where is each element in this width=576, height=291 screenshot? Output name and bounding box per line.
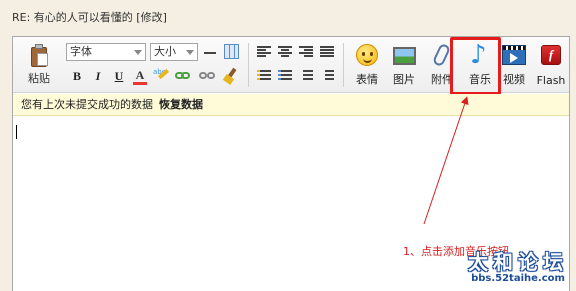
editor-toolbar: 粘贴 字体 大小 B I U A abc 表情 图片 附件 ♪ 音乐 视频 f … [13, 37, 570, 95]
paste-button[interactable]: 粘贴 [21, 42, 57, 90]
thread-title: RE: 有心的人可以看懂的 [修改] [12, 11, 167, 24]
align-justify-button[interactable] [320, 46, 334, 58]
ordered-list-button[interactable] [299, 70, 313, 82]
underline-button[interactable]: U [112, 69, 126, 83]
forum-watermark: 太和论坛 bbs.52taihe.com [468, 251, 568, 285]
smiley-icon [356, 44, 378, 66]
horizontal-rule-button[interactable] [204, 45, 216, 59]
emoticon-label: 表情 [356, 73, 378, 86]
bold-button[interactable]: B [70, 69, 84, 83]
remove-link-button[interactable] [199, 70, 215, 82]
watermark-url: bbs.52taihe.com [471, 273, 565, 284]
chevron-down-icon [186, 50, 194, 55]
music-button-highlight [450, 37, 501, 95]
unordered-list-button[interactable] [320, 70, 334, 82]
notice-text: 您有上次未提交成功的数据 [21, 98, 153, 111]
float-left-button[interactable] [257, 70, 271, 82]
paste-label: 粘贴 [28, 72, 50, 85]
toolbar-divider [343, 43, 344, 87]
align-center-button[interactable] [278, 46, 292, 58]
film-icon [502, 45, 526, 65]
text-caret [16, 125, 17, 139]
highlight-button[interactable]: abc [153, 68, 169, 84]
toolbar-divider [248, 43, 249, 87]
flash-label: Flash [536, 74, 566, 87]
align-right-button[interactable] [299, 46, 313, 58]
text-color-button[interactable]: A [133, 69, 147, 85]
font-family-value: 字体 [70, 45, 92, 58]
restore-notice: 您有上次未提交成功的数据 恢复数据 [13, 94, 569, 116]
chevron-down-icon [134, 50, 142, 55]
clear-format-button[interactable] [222, 67, 239, 85]
font-family-select[interactable]: 字体 [66, 43, 146, 61]
image-button[interactable]: 图片 [385, 41, 423, 89]
insert-link-button[interactable] [175, 70, 191, 82]
align-left-button[interactable] [257, 46, 271, 58]
paperclip-icon [431, 42, 452, 68]
font-size-select[interactable]: 大小 [150, 43, 198, 61]
italic-button[interactable]: I [91, 69, 105, 83]
image-label: 图片 [393, 73, 415, 86]
float-right-button[interactable] [278, 70, 292, 82]
font-size-value: 大小 [154, 45, 176, 58]
clipboard-icon [29, 44, 49, 68]
picture-icon [393, 47, 416, 65]
flash-icon: f [541, 45, 561, 65]
emoticon-button[interactable]: 表情 [348, 41, 386, 89]
restore-data-link[interactable]: 恢复数据 [159, 98, 203, 111]
flash-button[interactable]: f Flash [532, 41, 570, 89]
insert-table-button[interactable] [224, 44, 239, 59]
watermark-title: 太和论坛 [468, 250, 568, 274]
